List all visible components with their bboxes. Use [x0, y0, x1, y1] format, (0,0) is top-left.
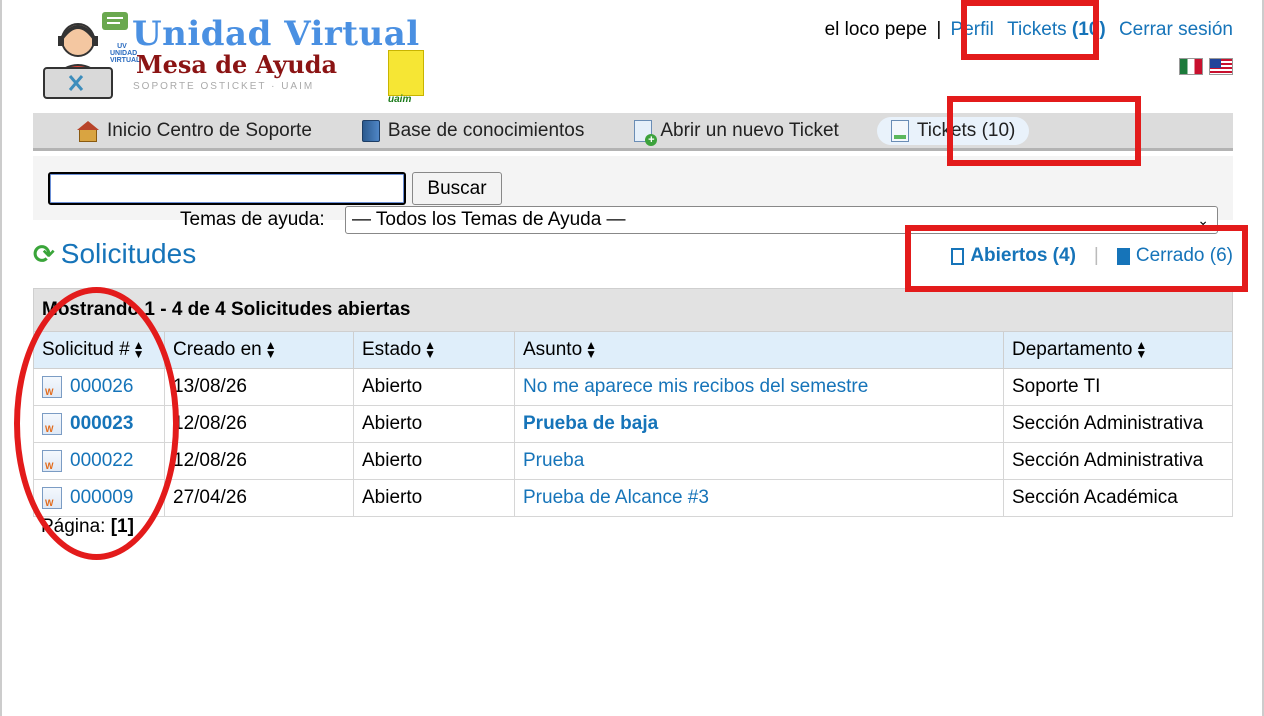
nav-item-home[interactable]: Inicio Centro de Soporte — [77, 120, 312, 142]
page-header: ⟳ Solicitudes — [33, 238, 196, 270]
column-label: Asunto — [523, 339, 583, 360]
nav-separator: | — [936, 19, 942, 40]
logo-title: Unidad Virtual — [132, 14, 420, 54]
subject-cell: Prueba — [514, 442, 1004, 480]
column-header-status[interactable]: Estado ▲ ▼ — [353, 331, 515, 369]
search-button[interactable]: Buscar — [412, 172, 502, 205]
annotation-box-status-filters — [905, 225, 1248, 292]
tickets-table: Mostrando 1 - 4 de 4 Solicitudes abierta… — [33, 288, 1233, 517]
new-ticket-icon — [634, 119, 658, 146]
site-logo[interactable]: UV UNIDAD VIRTUAL Unidad Virtual Mesa de… — [40, 10, 430, 106]
sort-icon: ▲ ▼ — [1135, 337, 1148, 361]
nav-item-label: Abrir un nuevo Ticket — [660, 119, 839, 141]
ticket-subject-link[interactable]: Prueba de Alcance #3 — [523, 487, 709, 508]
nav-item-knowledgebase[interactable]: Base de conocimientos — [361, 119, 585, 142]
ticket-subject-link[interactable]: Prueba — [523, 450, 584, 471]
help-topics-label: Temas de ayuda: — [180, 209, 325, 230]
subject-cell: No me aparece mis recibos del semestre — [514, 368, 1004, 406]
annotation-box-tickets-tab — [947, 96, 1141, 166]
table-row: 000009 27/04/26 Abierto Prueba de Alcanc… — [33, 479, 1233, 517]
status-cell: Abierto — [353, 479, 515, 517]
created-cell: 13/08/26 — [164, 368, 354, 406]
table-row: 000026 13/08/26 Abierto No me aparece mi… — [33, 368, 1233, 406]
page-title: Solicitudes — [60, 238, 197, 269]
sort-icon: ▲ ▼ — [424, 337, 437, 361]
sort-icon: ▲ ▼ — [585, 337, 598, 361]
table-header-row: Solicitud # ▲ ▼ Creado en ▲ ▼ Estado ▲ ▼ Asunt… — [33, 331, 1233, 369]
user-name: el loco pepe — [824, 19, 928, 40]
nav-item-label: Base de conocimientos — [387, 119, 585, 141]
created-cell: 12/08/26 — [164, 405, 354, 443]
table-caption-row: Mostrando 1 - 4 de 4 Solicitudes abierta… — [33, 288, 1233, 332]
uaim-seal-icon — [388, 50, 424, 96]
window-left-border — [0, 0, 2, 716]
logo-tagline: SOPORTE OSTICKET · UAIM — [133, 81, 315, 92]
ticket-subject-link[interactable]: Prueba de baja — [523, 413, 658, 434]
mexico-flag-icon[interactable] — [1179, 58, 1203, 75]
table-caption: Mostrando 1 - 4 de 4 Solicitudes abierta… — [33, 288, 1233, 332]
column-header-subject[interactable]: Asunto ▲ ▼ — [514, 331, 1004, 369]
uaim-label: uaim — [388, 94, 412, 105]
status-cell: Abierto — [353, 442, 515, 480]
nav-item-label: Inicio Centro de Soporte — [107, 119, 312, 141]
created-cell: 12/08/26 — [164, 442, 354, 480]
sort-icon: ▲ ▼ — [264, 337, 277, 361]
logo-subtitle: Mesa de Ayuda — [136, 50, 338, 79]
tickets-icon — [890, 119, 909, 142]
home-icon — [77, 120, 99, 142]
column-label: Creado en — [173, 339, 262, 360]
department-cell: Sección Administrativa — [1003, 442, 1233, 480]
logout-link[interactable]: Cerrar sesión — [1119, 19, 1233, 40]
column-label: Estado — [362, 339, 422, 360]
refresh-icon[interactable]: ⟳ — [33, 239, 55, 270]
nav-item-new-ticket[interactable]: Abrir un nuevo Ticket — [634, 119, 839, 146]
department-cell: Sección Administrativa — [1003, 405, 1233, 443]
subject-cell: Prueba de Alcance #3 — [514, 479, 1004, 517]
department-cell: Sección Académica — [1003, 479, 1233, 517]
ticket-subject-link[interactable]: No me aparece mis recibos del semestre — [523, 376, 868, 397]
search-input[interactable] — [48, 172, 406, 205]
table-row: 000023 12/08/26 Abierto Prueba de baja S… — [33, 405, 1233, 443]
subject-cell: Prueba de baja — [514, 405, 1004, 443]
column-header-department[interactable]: Departamento ▲ ▼ — [1003, 331, 1233, 369]
created-cell: 27/04/26 — [164, 479, 354, 517]
department-cell: Soporte TI — [1003, 368, 1233, 406]
usa-flag-icon[interactable] — [1209, 58, 1233, 75]
language-flags — [1179, 58, 1233, 75]
table-row: 000022 12/08/26 Abierto Prueba Sección A… — [33, 442, 1233, 480]
uv-mark: UV UNIDAD VIRTUAL — [110, 43, 141, 64]
status-cell: Abierto — [353, 368, 515, 406]
column-header-created[interactable]: Creado en ▲ ▼ — [164, 331, 354, 369]
help-topics-selected: — Todos los Temas de Ayuda — — [352, 209, 626, 230]
column-label: Departamento — [1012, 339, 1133, 360]
annotation-oval-ticket-numbers — [14, 287, 179, 560]
status-cell: Abierto — [353, 405, 515, 443]
annotation-box-tickets-link — [961, 0, 1099, 60]
book-icon — [361, 119, 380, 142]
